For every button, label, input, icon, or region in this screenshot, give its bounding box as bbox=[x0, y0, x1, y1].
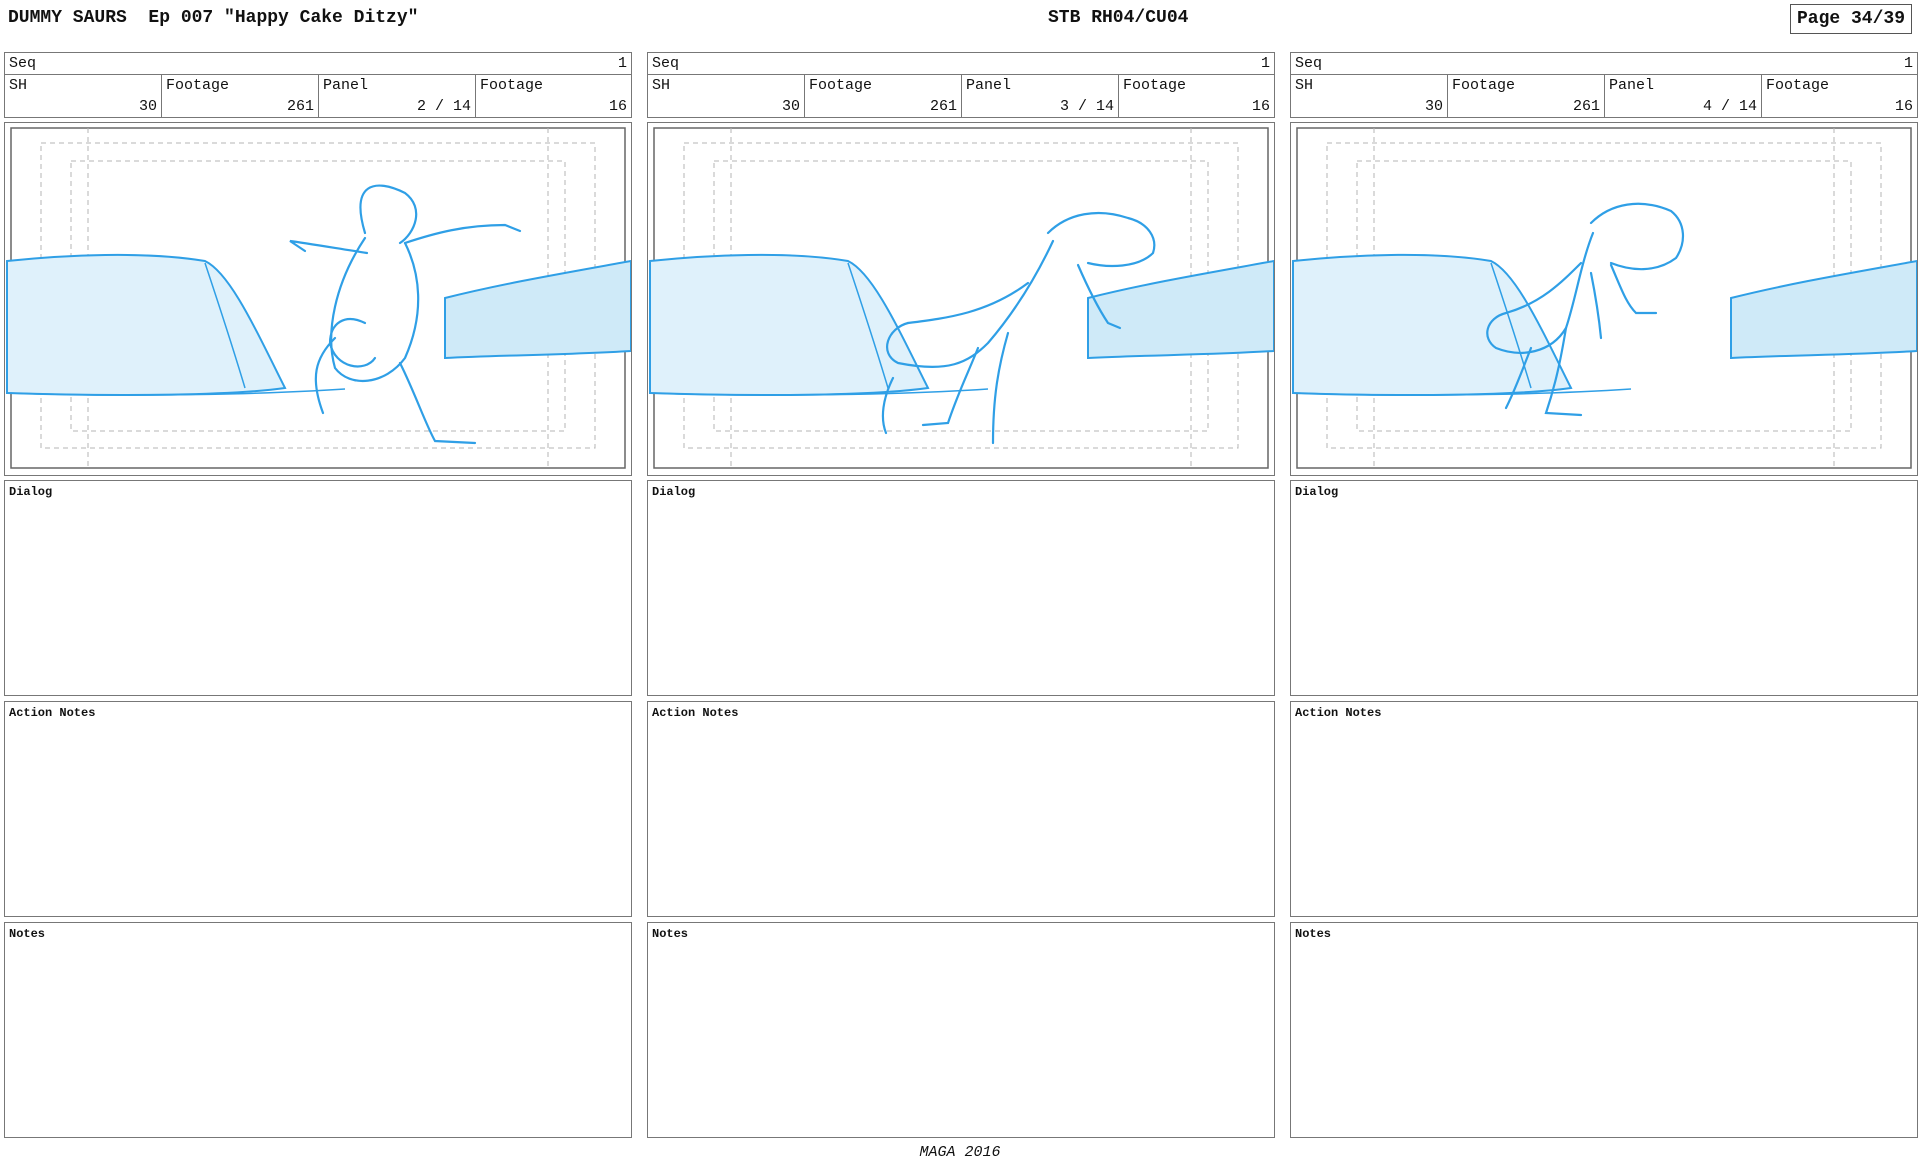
panel-label: Panel bbox=[323, 77, 369, 94]
storyboard-title: STB RH04/CU04 bbox=[1048, 8, 1189, 28]
show-title: DUMMY SAURS Ep 007 "Happy Cake Ditzy" bbox=[8, 8, 419, 28]
sh-cell: SH 30 bbox=[5, 75, 162, 117]
panel-label: Panel bbox=[966, 77, 1012, 94]
footage-label: Footage bbox=[1452, 77, 1516, 94]
sketch-frame bbox=[4, 122, 632, 476]
sketch-drawing-dino-running bbox=[649, 127, 1274, 469]
panel-value: 3 / 14 bbox=[1059, 98, 1114, 115]
storyboard-panel-3: Seq 1 SH 30 Footage 261 Panel 4 / 14 Foo… bbox=[1290, 52, 1918, 1140]
sh-cell: SH 30 bbox=[1291, 75, 1448, 117]
sh-value: 30 bbox=[781, 98, 800, 115]
page-number: Page 34/39 bbox=[1790, 4, 1913, 34]
dialog-label: Dialog bbox=[1295, 485, 1339, 499]
panel-cell: Panel 2 / 14 bbox=[319, 75, 476, 117]
seq-value: 1 bbox=[1903, 55, 1913, 72]
footage-value: 261 bbox=[286, 98, 314, 115]
dialog-box: Dialog bbox=[4, 480, 632, 696]
panel-value: 4 / 14 bbox=[1702, 98, 1757, 115]
footage-cell: Footage 261 bbox=[1448, 75, 1605, 117]
action-notes-label: Action Notes bbox=[652, 706, 739, 720]
dialog-box: Dialog bbox=[1290, 480, 1918, 696]
action-notes-box: Action Notes bbox=[647, 701, 1275, 917]
dialog-label: Dialog bbox=[652, 485, 696, 499]
panel-footage-value: 16 bbox=[1894, 98, 1913, 115]
panel-cell: Panel 4 / 14 bbox=[1605, 75, 1762, 117]
seq-row: Seq 1 bbox=[648, 53, 1274, 75]
sketch-drawing-dino-leaping bbox=[1292, 127, 1917, 469]
sh-label: SH bbox=[9, 77, 28, 94]
sh-value: 30 bbox=[1424, 98, 1443, 115]
sketch-drawing-dino-arms-out bbox=[6, 127, 631, 469]
seq-row: Seq 1 bbox=[1291, 53, 1917, 75]
panel-footage-label: Footage bbox=[1123, 77, 1187, 94]
notes-label: Notes bbox=[9, 927, 46, 941]
seq-label: Seq bbox=[652, 55, 680, 72]
panel-label: Panel bbox=[1609, 77, 1655, 94]
footage-value: 261 bbox=[1572, 98, 1600, 115]
page-header: DUMMY SAURS Ep 007 "Happy Cake Ditzy" ST… bbox=[0, 0, 1920, 46]
panel-footage-cell: Footage 16 bbox=[1762, 75, 1917, 117]
seq-value: 1 bbox=[617, 55, 627, 72]
dialog-label: Dialog bbox=[9, 485, 53, 499]
panel-footage-value: 16 bbox=[1251, 98, 1270, 115]
panel-footage-label: Footage bbox=[1766, 77, 1830, 94]
notes-label: Notes bbox=[1295, 927, 1332, 941]
panel-footage-cell: Footage 16 bbox=[1119, 75, 1274, 117]
panel-value: 2 / 14 bbox=[416, 98, 471, 115]
action-notes-box: Action Notes bbox=[1290, 701, 1918, 917]
dialog-box: Dialog bbox=[647, 480, 1275, 696]
sh-label: SH bbox=[652, 77, 671, 94]
seq-label: Seq bbox=[1295, 55, 1323, 72]
sketch-frame bbox=[1290, 122, 1918, 476]
action-notes-label: Action Notes bbox=[9, 706, 96, 720]
panel-footage-value: 16 bbox=[608, 98, 627, 115]
action-notes-box: Action Notes bbox=[4, 701, 632, 917]
footage-label: Footage bbox=[166, 77, 230, 94]
footage-label: Footage bbox=[809, 77, 873, 94]
footage-cell: Footage 261 bbox=[805, 75, 962, 117]
storyboard-panel-1: Seq 1 SH 30 Footage 261 Panel 2 / 14 Foo… bbox=[4, 52, 632, 1140]
notes-box: Notes bbox=[647, 922, 1275, 1138]
notes-label: Notes bbox=[652, 927, 689, 941]
notes-box: Notes bbox=[1290, 922, 1918, 1138]
panel-footage-label: Footage bbox=[480, 77, 544, 94]
sh-cell: SH 30 bbox=[648, 75, 805, 117]
seq-value: 1 bbox=[1260, 55, 1270, 72]
panel-footage-cell: Footage 16 bbox=[476, 75, 631, 117]
notes-box: Notes bbox=[4, 922, 632, 1138]
panel-info-table: Seq 1 SH 30 Footage 261 Panel 3 / 14 Foo… bbox=[647, 52, 1275, 118]
seq-label: Seq bbox=[9, 55, 37, 72]
sh-label: SH bbox=[1295, 77, 1314, 94]
panel-info-table: Seq 1 SH 30 Footage 261 Panel 2 / 14 Foo… bbox=[4, 52, 632, 118]
footer-credit: MAGA 2016 bbox=[919, 1144, 1001, 1161]
seq-row: Seq 1 bbox=[5, 53, 631, 75]
storyboard-panel-2: Seq 1 SH 30 Footage 261 Panel 3 / 14 Foo… bbox=[647, 52, 1275, 1140]
panel-cell: Panel 3 / 14 bbox=[962, 75, 1119, 117]
footage-value: 261 bbox=[929, 98, 957, 115]
footage-cell: Footage 261 bbox=[162, 75, 319, 117]
sh-value: 30 bbox=[138, 98, 157, 115]
sketch-frame bbox=[647, 122, 1275, 476]
panel-info-table: Seq 1 SH 30 Footage 261 Panel 4 / 14 Foo… bbox=[1290, 52, 1918, 118]
action-notes-label: Action Notes bbox=[1295, 706, 1382, 720]
